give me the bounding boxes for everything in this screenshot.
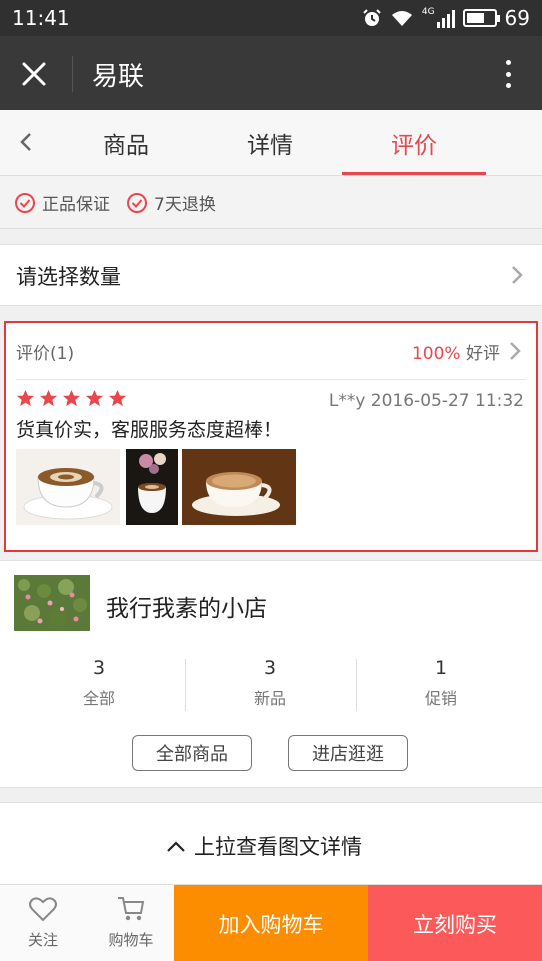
positive-rate-label: 好评 <box>466 344 500 364</box>
stat-all[interactable]: 3 全部 <box>14 657 184 709</box>
more-options-icon[interactable] <box>500 56 516 92</box>
pull-up-label: 上拉查看图文详情 <box>194 835 362 859</box>
cart-icon <box>118 897 145 921</box>
guarantee-authentic: 正品保证 <box>14 190 110 215</box>
battery-icon <box>462 9 500 27</box>
select-quantity-label: 请选择数量 <box>16 265 121 289</box>
wifi-icon <box>391 11 412 26</box>
title-divider <box>72 56 73 92</box>
tab-product[interactable]: 商品 <box>54 126 198 160</box>
status-time: 11:41 <box>12 6 70 30</box>
bottom-action-bar: 关注 购物车 加入购物车 立刻购买 <box>0 884 542 961</box>
guarantee-label: 正品保证 <box>42 195 110 215</box>
coffee-cup-with-flowers-photo[interactable] <box>126 449 178 525</box>
page-title: 易联 <box>92 62 145 92</box>
product-tabs: 商品 详情 评价 <box>0 110 542 176</box>
add-to-cart-button[interactable]: 加入购物车 <box>174 885 368 961</box>
positive-rate[interactable]: 100% 好评 <box>412 339 500 364</box>
chevron-up-icon <box>167 841 185 852</box>
review-meta: L**y 2016-05-27 11:32 <box>329 391 524 411</box>
select-quantity-row[interactable]: 请选择数量 <box>0 244 542 306</box>
guarantee-returns: 7天退换 <box>126 190 216 215</box>
star-icon <box>39 389 58 407</box>
shop-section: 我行我素的小店 3 全部 3 新品 1 促销 全部商品 进店逛逛 <box>0 560 542 788</box>
shop-name[interactable]: 我行我素的小店 <box>106 589 267 623</box>
battery-percent: 69 <box>504 6 530 30</box>
guarantee-label: 7天退换 <box>154 195 216 215</box>
close-icon[interactable] <box>14 54 54 94</box>
cappuccino-photo[interactable] <box>182 449 296 525</box>
status-icons: 4G 69 <box>362 6 530 30</box>
back-arrow-icon[interactable] <box>14 130 38 154</box>
review-datetime: 2016-05-27 11:32 <box>370 391 524 411</box>
latte-art-coffee-photo[interactable] <box>16 449 120 525</box>
stat-label: 全部 <box>82 689 115 708</box>
review-count[interactable]: 评价(1) <box>16 339 74 364</box>
status-bar: 11:41 4G 69 <box>0 0 542 36</box>
positive-rate-percent: 100% <box>411 344 461 364</box>
network-type: 4G <box>421 7 435 17</box>
stat-promo[interactable]: 1 促销 <box>356 657 526 709</box>
pull-up-details[interactable]: 上拉查看图文详情 <box>0 802 542 884</box>
stat-new[interactable]: 3 新品 <box>185 657 355 709</box>
pull-up-content: 上拉查看图文详情 <box>166 831 362 861</box>
stat-value: 3 <box>263 657 277 679</box>
follow-label: 关注 <box>27 931 58 949</box>
chevron-right-icon <box>512 266 523 284</box>
active-tab-indicator <box>342 172 486 175</box>
guarantee-row: 正品保证 7天退换 <box>0 176 542 229</box>
stat-value: 3 <box>92 657 106 679</box>
tab-details[interactable]: 详情 <box>198 126 342 160</box>
cart-label: 购物车 <box>108 931 154 949</box>
visit-shop-button[interactable]: 进店逛逛 <box>288 735 408 771</box>
tab-reviews[interactable]: 评价 <box>342 126 486 160</box>
title-bar: 易联 <box>0 36 542 110</box>
review-user: L**y <box>328 391 366 411</box>
star-icon <box>85 389 104 407</box>
review-section: 评价(1) 100% 好评 L**y 2016-05-27 11:32 货真价实… <box>4 321 538 552</box>
stat-label: 新品 <box>253 689 286 708</box>
all-products-button[interactable]: 全部商品 <box>132 735 252 771</box>
star-icon <box>62 389 81 407</box>
shop-avatar[interactable] <box>14 575 90 631</box>
signal-icon: 4G <box>422 8 455 28</box>
star-rating <box>16 389 127 408</box>
shopping-cart-button[interactable]: 购物车 <box>88 895 174 950</box>
check-circle-icon <box>127 192 147 213</box>
alarm-icon <box>363 9 381 26</box>
star-icon <box>108 389 127 407</box>
stat-value: 1 <box>434 657 448 679</box>
heart-icon <box>29 897 57 922</box>
star-icon <box>16 389 35 407</box>
review-text: 货真价实，客服服务态度超棒！ <box>16 419 283 441</box>
stat-label: 促销 <box>424 689 457 708</box>
buy-now-button[interactable]: 立刻购买 <box>368 885 542 961</box>
divider <box>16 379 526 380</box>
chevron-right-icon[interactable] <box>508 341 522 361</box>
follow-button[interactable]: 关注 <box>0 895 86 950</box>
check-circle-icon <box>15 192 35 213</box>
